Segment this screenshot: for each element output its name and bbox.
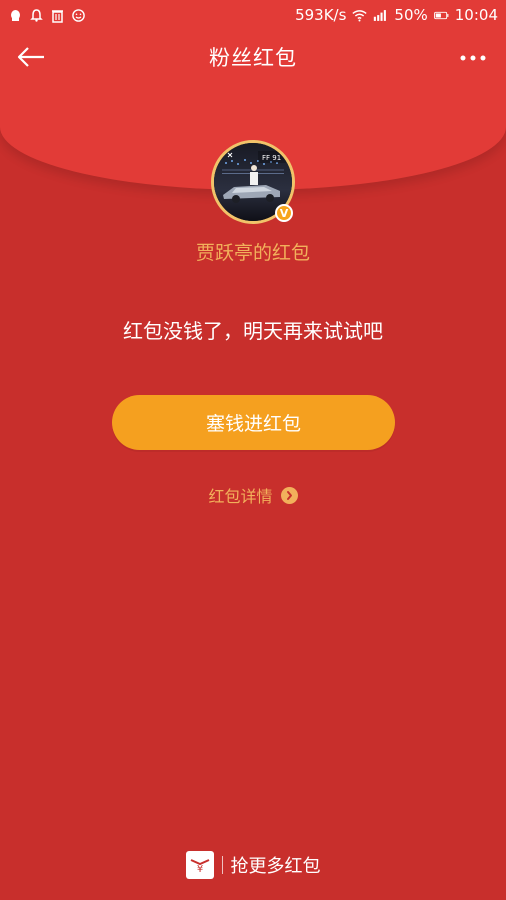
more-dots-icon [460, 55, 486, 61]
back-arrow-icon [17, 47, 44, 67]
clock: 10:04 [454, 6, 498, 24]
status-bar: 593K/s 50% 10:04 [0, 0, 506, 30]
details-link-label: 红包详情 [208, 487, 273, 506]
bottom-divider [221, 856, 223, 874]
red-packet-icon: ¥ [185, 851, 214, 879]
network-speed: 593K/s [295, 6, 347, 24]
add-money-button-label: 塞钱进红包 [205, 413, 301, 435]
status-right: 593K/s 50% 10:04 [295, 6, 498, 24]
trash-icon [50, 8, 65, 23]
more-red-packets-label: 抢更多红包 [230, 856, 321, 877]
details-link[interactable]: 红包详情 [0, 483, 506, 507]
avatar-container: FF 91 V [211, 140, 295, 224]
page-title: 粉丝红包 [209, 46, 297, 70]
bell-icon [29, 8, 44, 23]
more-button[interactable] [458, 50, 488, 64]
add-money-button[interactable]: 塞钱进红包 [112, 395, 395, 450]
battery-percent: 50% [394, 6, 428, 24]
battery-icon [433, 8, 449, 23]
status-message: 红包没钱了，明天再来试试吧 [123, 319, 383, 343]
status-left [8, 8, 86, 23]
smile-icon [71, 8, 86, 23]
qq-icon [8, 8, 23, 23]
chevron-right-icon [280, 486, 298, 504]
back-button[interactable] [14, 44, 48, 70]
owner-name: 贾跃亭的红包 [195, 242, 310, 264]
verified-badge: V [275, 204, 293, 222]
wifi-icon [352, 8, 368, 23]
red-packet-screen: 593K/s 50% 10:04 粉丝红包 FF 91 V 贾跃亭的红包 红包没… [0, 0, 506, 900]
yuan-char: ¥ [196, 864, 202, 875]
avatar-label: FF 91 [262, 154, 281, 162]
signal-icon [373, 8, 388, 23]
more-red-packets[interactable]: ¥ 抢更多红包 [0, 848, 506, 882]
app-header: 粉丝红包 [0, 32, 506, 82]
